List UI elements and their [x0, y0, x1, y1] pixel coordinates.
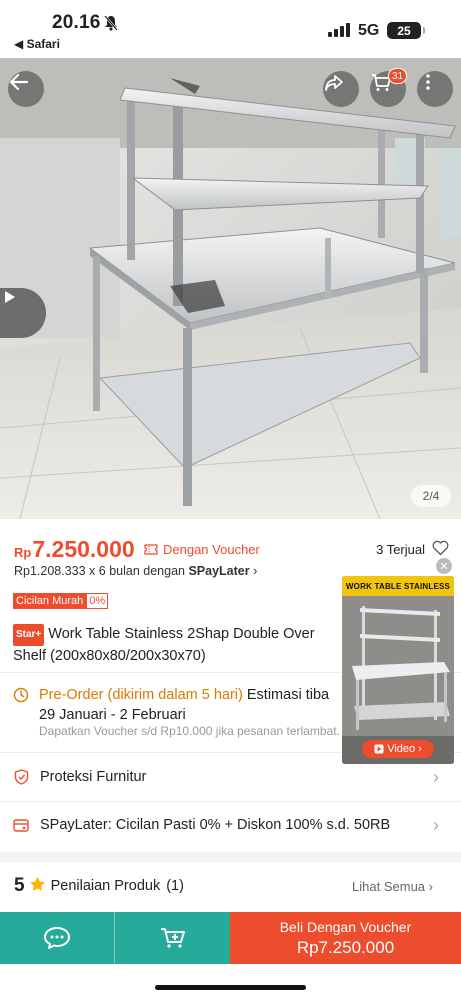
- buy-with-voucher-button[interactable]: Beli Dengan Voucher Rp7.250.000: [230, 912, 461, 964]
- video-button-label: Video: [387, 743, 416, 755]
- back-app-label: Safari: [26, 37, 60, 51]
- clock: 20.16: [52, 12, 101, 33]
- installment-info[interactable]: Rp1.208.333 x 6 bulan dengan SPayLater ›: [14, 564, 257, 578]
- chevron-right-icon: ›: [428, 878, 433, 894]
- spaylater-label: SPayLater: Cicilan Pasti 0% + Diskon 100…: [40, 817, 391, 833]
- video-thumbnail: [342, 576, 454, 764]
- video-button[interactable]: Video ›: [362, 740, 434, 758]
- product-title: Star+ Work Table Stainless 2Shap Double O…: [13, 624, 348, 664]
- late-voucher-note: Dapatkan Voucher s/d Rp10.000 jika pesan…: [39, 724, 340, 738]
- spaylater-icon: [0, 818, 40, 833]
- more-vertical-icon: [426, 74, 430, 90]
- share-icon: [325, 75, 343, 91]
- preorder-info[interactable]: Pre-Order (dikirim dalam 5 hari) Estimas…: [39, 685, 349, 725]
- home-indicator[interactable]: [155, 985, 306, 990]
- rating-score: 5: [14, 875, 25, 896]
- video-play-icon: [374, 744, 384, 754]
- star-icon: [29, 876, 46, 897]
- chevron-right-icon: ›: [418, 743, 422, 755]
- back-to-app-link[interactable]: ◀ Safari: [14, 37, 60, 51]
- preorder-label: Pre-Order (dikirim dalam 5 hari): [39, 687, 243, 703]
- signal-icon: [328, 23, 350, 37]
- video-banner: WORK TABLE STAINLESS: [342, 576, 454, 596]
- buy-price: Rp7.250.000: [296, 937, 395, 957]
- network-type: 5G: [358, 22, 380, 39]
- chat-icon: [44, 927, 70, 949]
- spaylater-row[interactable]: SPayLater: Cicilan Pasti 0% + Diskon 100…: [0, 801, 461, 849]
- rating-label: Penilaian Produk: [50, 878, 161, 894]
- more-options-button[interactable]: [417, 71, 453, 107]
- back-button[interactable]: [8, 71, 44, 107]
- add-to-cart-button[interactable]: [115, 912, 230, 964]
- image-counter: 2/4: [411, 485, 451, 507]
- bell-muted-icon: [104, 15, 118, 36]
- close-icon: ✕: [439, 560, 449, 573]
- sold-count: 3 Terjual: [376, 542, 425, 557]
- see-all-link[interactable]: Lihat Semua ›: [352, 879, 433, 894]
- bottom-action-bar: Beli Dengan Voucher Rp7.250.000: [0, 912, 461, 964]
- chevron-right-icon: ›: [253, 564, 258, 578]
- chevron-right-icon: ›: [433, 766, 439, 787]
- product-image-carousel[interactable]: 31 2/4: [0, 58, 461, 519]
- share-button[interactable]: [323, 71, 359, 107]
- voucher-icon: [144, 544, 158, 555]
- status-bar: 20.16 ◀ Safari 5G 25: [0, 0, 461, 58]
- rating-count: (1): [166, 878, 184, 894]
- product-rating-row[interactable]: 5 Penilaian Produk (1) Lihat Semua ›: [14, 872, 447, 900]
- cicilan-rate: 0%: [86, 593, 109, 609]
- battery-level: 25: [397, 23, 411, 38]
- currency-symbol: Rp: [14, 545, 32, 560]
- voucher-label: Dengan Voucher: [163, 542, 260, 557]
- arrow-left-icon: [9, 73, 29, 91]
- section-spacer: [0, 852, 461, 862]
- see-all-label: Lihat Semua: [352, 878, 426, 894]
- installment-text: Rp1.208.333 x 6 bulan dengan: [14, 564, 189, 578]
- floating-video-preview[interactable]: WORK TABLE STAINLESS Video ›: [342, 576, 454, 764]
- cart-plus-icon: [160, 928, 185, 948]
- cicilan-label: Cicilan Murah: [13, 593, 87, 609]
- product-title-text: Work Table Stainless 2Shap Double Over S…: [13, 626, 315, 664]
- product-photo: [0, 58, 461, 519]
- cicilan-badge: Cicilan Murah 0%: [13, 593, 109, 609]
- product-price: Rp7.250.000: [14, 536, 135, 562]
- heart-icon: [432, 540, 449, 556]
- play-icon: [5, 291, 15, 303]
- battery-icon: 25: [387, 22, 425, 39]
- clock-icon: [13, 687, 29, 708]
- buy-label: Beli Dengan Voucher: [279, 918, 412, 935]
- installment-brand: SPayLater: [188, 564, 250, 578]
- star-plus-badge: Star+: [13, 624, 45, 646]
- chat-button[interactable]: [0, 912, 115, 964]
- chevron-right-icon: ›: [433, 814, 439, 835]
- voucher-price-link[interactable]: Dengan Voucher: [144, 542, 260, 557]
- cart-count-badge: 31: [388, 68, 408, 84]
- shield-icon: [0, 769, 40, 785]
- furniture-protection-label: Proteksi Furnitur: [40, 769, 147, 785]
- price-amount: 7.250.000: [32, 536, 135, 562]
- price-row: Rp7.250.000 Dengan Voucher 3 Terjual: [14, 536, 449, 564]
- close-video-button[interactable]: ✕: [436, 558, 452, 574]
